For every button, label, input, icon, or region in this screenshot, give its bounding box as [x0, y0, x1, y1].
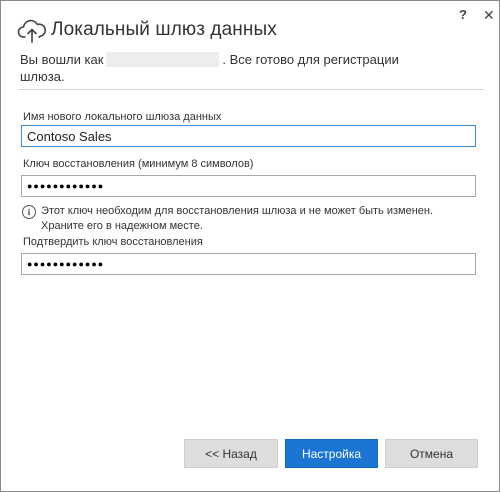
recovery-key-info: i Этот ключ необходим для восстановления…	[22, 204, 433, 234]
gateway-name-value: Contoso Sales	[27, 128, 112, 144]
recovery-key-label: Ключ восстановления (минимум 8 символов)	[23, 158, 254, 170]
gateway-name-label: Имя нового локального шлюза данных	[23, 111, 222, 123]
confirm-key-value: ●●●●●●●●●●●●	[27, 259, 105, 269]
recovery-key-value: ●●●●●●●●●●●●	[27, 181, 105, 191]
configure-button[interactable]: Настройка	[285, 439, 378, 468]
signed-in-prefix: Вы вошли как	[20, 52, 104, 67]
header-divider	[18, 89, 484, 90]
recovery-key-input[interactable]: ●●●●●●●●●●●●	[21, 175, 476, 197]
signed-in-message: Вы вошли как. Все готово для регистрации…	[20, 51, 440, 85]
info-text: Этот ключ необходим для восстановления ш…	[41, 204, 433, 234]
cancel-button[interactable]: Отмена	[385, 439, 478, 468]
info-text-line2: Храните его в надежном месте.	[41, 220, 203, 232]
help-button[interactable]: ?	[459, 7, 467, 22]
gateway-name-input[interactable]: Contoso Sales	[21, 125, 476, 147]
info-icon: i	[22, 205, 36, 219]
close-button[interactable]: ✕	[483, 7, 495, 24]
back-button[interactable]: << Назад	[184, 439, 278, 468]
cloud-upload-icon	[17, 16, 47, 44]
redacted-account	[106, 52, 220, 67]
info-text-line1: Этот ключ необходим для восстановления ш…	[41, 205, 434, 217]
dialog-header: Локальный шлюз данных	[17, 15, 277, 45]
dialog-title: Локальный шлюз данных	[51, 19, 277, 40]
confirm-key-label: Подтвердить ключ восстановления	[23, 236, 203, 248]
gateway-dialog: Локальный шлюз данных ? ✕ Вы вошли как. …	[0, 0, 500, 492]
confirm-key-input[interactable]: ●●●●●●●●●●●●	[21, 253, 476, 275]
